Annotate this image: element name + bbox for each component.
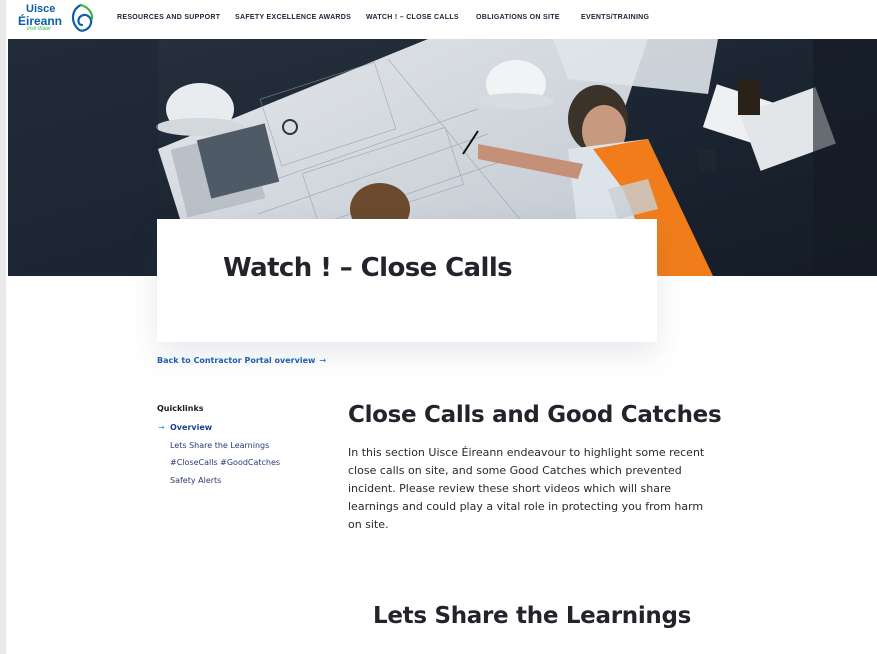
page-title-card: Watch ! – Close Calls <box>157 219 657 342</box>
nav-safety-excellence-awards[interactable]: SAFETY EXCELLENCE AWARDS <box>235 14 351 21</box>
back-link-label: Back to Contractor Portal overview <box>157 356 316 365</box>
nav-events-training[interactable]: EVENTS/TRAINING <box>581 14 649 21</box>
quicklinks-panel: Quicklinks → Overview Lets Share the Lea… <box>157 404 327 489</box>
section-heading-close-calls: Close Calls and Good Catches <box>348 402 722 428</box>
quicklink-label: Overview <box>170 423 213 432</box>
arrow-right-icon: → <box>158 423 165 432</box>
page-title: Watch ! – Close Calls <box>223 253 513 283</box>
nav-obligations-on-site[interactable]: OBLIGATIONS ON SITE <box>476 14 560 21</box>
quicklink-safety-alerts[interactable]: Safety Alerts <box>157 472 327 490</box>
quicklink-label: Lets Share the Learnings <box>170 440 270 450</box>
window-edge <box>0 0 6 654</box>
quicklink-overview[interactable]: → Overview <box>157 419 327 437</box>
uisce-eireann-logo[interactable]: Uisce Éireann Irish Water <box>18 3 98 35</box>
quicklinks-title: Quicklinks <box>157 404 204 413</box>
back-to-portal-link[interactable]: Back to Contractor Portal overview → <box>157 356 326 365</box>
arrow-right-icon: → <box>319 356 327 365</box>
nav-resources-and-support[interactable]: RESOURCES AND SUPPORT <box>117 14 220 21</box>
nav-watch-close-calls[interactable]: WATCH ! – CLOSE CALLS <box>366 14 459 21</box>
quicklink-lets-share-the-learnings[interactable]: Lets Share the Learnings <box>157 437 327 455</box>
quicklink-closecalls-goodcatches[interactable]: #CloseCalls #GoodCatches <box>157 454 327 472</box>
logo-text-line3: Irish Water <box>27 26 52 32</box>
quicklink-label: #CloseCalls #GoodCatches <box>170 458 281 467</box>
logo-swirl-icon <box>71 3 94 32</box>
quicklink-label: Safety Alerts <box>170 475 222 485</box>
main-content: Close Calls and Good Catches In this sec… <box>348 400 728 534</box>
top-navigation: Uisce Éireann Irish Water RESOURCES AND … <box>6 0 877 39</box>
intro-paragraph: In this section Uisce Éireann endeavour … <box>348 446 705 531</box>
section-heading-lets-share: Lets Share the Learnings <box>373 603 692 629</box>
